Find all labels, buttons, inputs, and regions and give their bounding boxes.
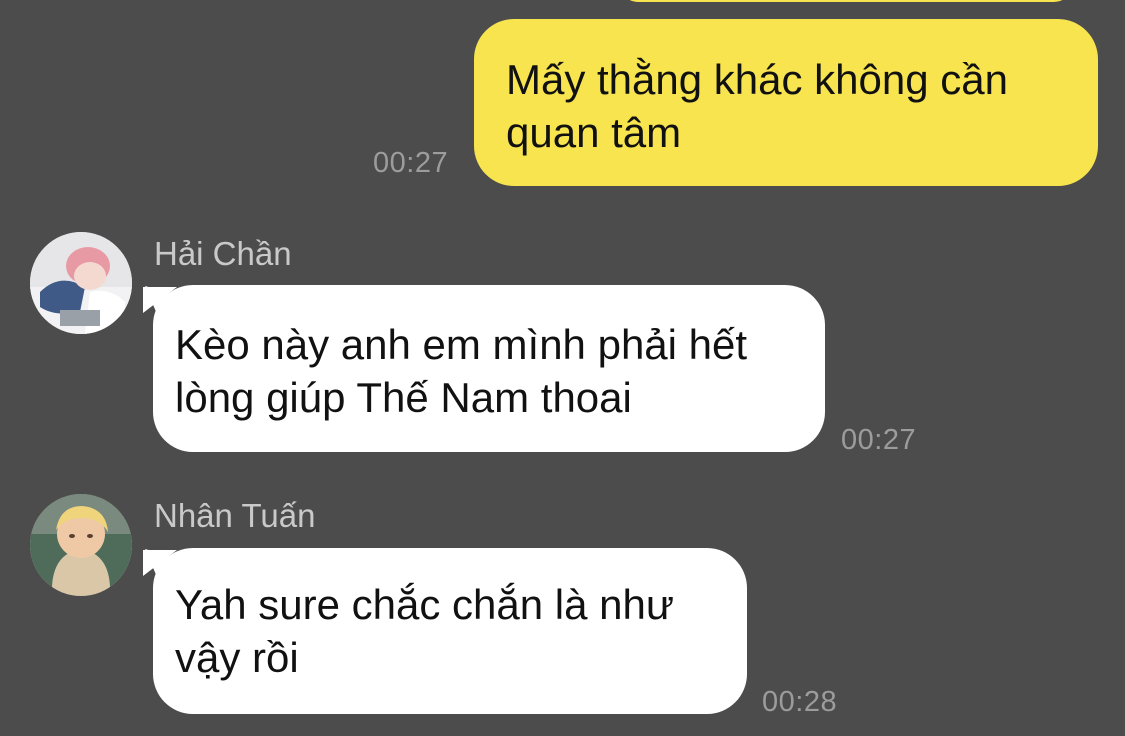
message-timestamp: 00:28 (762, 686, 838, 718)
sender-name: Hải Chần (154, 235, 292, 272)
message-text-line: Yah sure chắc chắn là như (175, 581, 674, 628)
outgoing-message-bubble[interactable]: Mấy thằng khác không cần quan tâm (474, 19, 1098, 186)
message-text-line: Kèo này anh em mình phải hết (175, 321, 748, 368)
message-text-line: Mấy thằng khác không cần (506, 56, 1008, 103)
avatar-photo-icon (30, 232, 132, 334)
message-timestamp: 00:27 (841, 424, 917, 456)
incoming-message-bubble[interactable]: Kèo này anh em mình phải hết lòng giúp T… (153, 285, 825, 452)
avatar-nhan-tuan[interactable] (30, 494, 132, 596)
message-timestamp: 00:27 (373, 147, 449, 179)
message-text-line: lòng giúp Thế Nam thoai (175, 374, 632, 421)
previous-message-bubble[interactable] (620, 0, 1072, 2)
avatar-hai-chan[interactable] (30, 232, 132, 334)
avatar-photo-icon (30, 494, 132, 596)
message-text-line: quan tâm (506, 109, 682, 156)
message-text-line: vậy rồi (175, 634, 299, 681)
chat-view[interactable]: 00:27 Mấy thằng khác không cần quan tâm … (0, 0, 1125, 736)
sender-name: Nhân Tuấn (154, 497, 316, 534)
incoming-message-bubble[interactable]: Yah sure chắc chắn là như vậy rồi (153, 548, 747, 714)
